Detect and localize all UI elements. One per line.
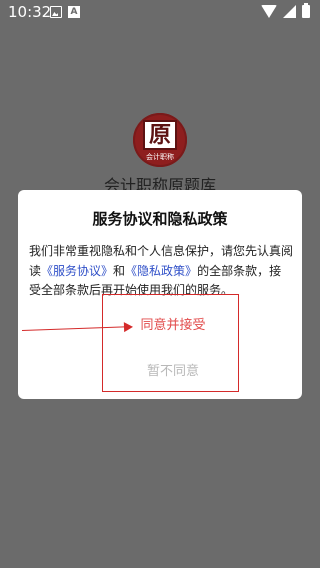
logo-subtitle: 会计职称 xyxy=(146,153,174,161)
privacy-policy-link[interactable]: 《隐私政策》 xyxy=(125,264,197,278)
wifi-icon xyxy=(261,5,277,18)
dialog-body: 我们非常重视隐私和个人信息保护，请您先认真阅读《服务协议》和《隐私政策》的全部条… xyxy=(29,242,293,301)
signal-icon xyxy=(283,5,296,18)
status-indicators xyxy=(261,3,310,18)
image-icon xyxy=(50,6,62,18)
annotation-arrow-icon xyxy=(123,321,134,333)
service-agreement-link[interactable]: 《服务协议》 xyxy=(41,264,113,278)
dialog-title: 服务协议和隐私政策 xyxy=(92,210,228,228)
status-time: 10:32 xyxy=(8,3,52,21)
app-logo: 原 会计职称 xyxy=(133,113,187,167)
disagree-button[interactable]: 暂不同意 xyxy=(104,354,242,384)
a-icon: A xyxy=(68,6,80,18)
privacy-dialog: 服务协议和隐私政策 我们非常重视隐私和个人信息保护，请您先认真阅读《服务协议》和… xyxy=(18,190,302,399)
logo-character: 原 xyxy=(143,120,177,150)
status-bar: 10:32 A xyxy=(0,0,320,24)
battery-icon xyxy=(302,3,310,18)
body-text-and: 和 xyxy=(113,263,126,278)
